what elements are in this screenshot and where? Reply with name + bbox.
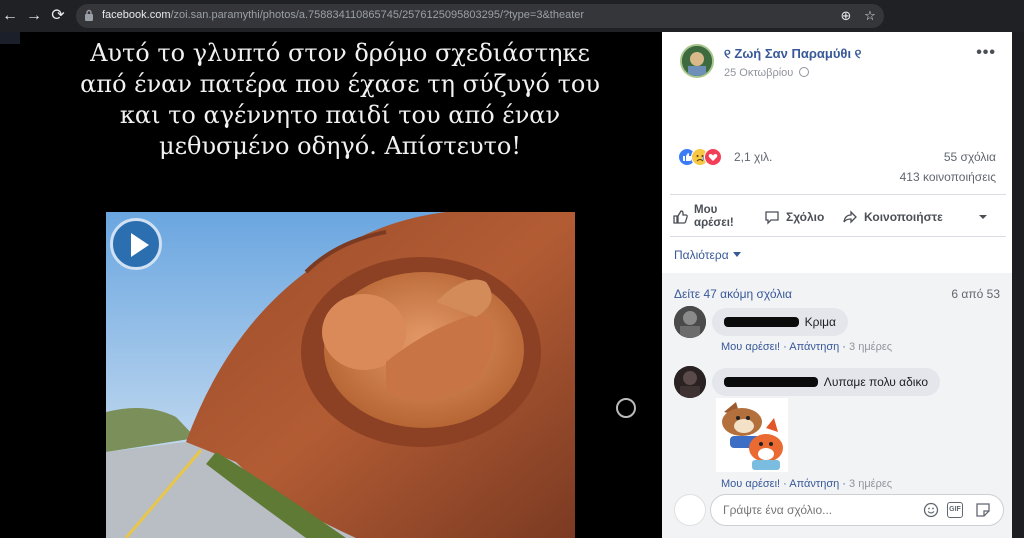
comment-like-link[interactable]: Μου αρέσει! xyxy=(721,478,780,490)
post-sidebar: ୧ Ζωή Σαν Παραμύθι ୧ 25 Οκτωβρίου ••• 2,… xyxy=(662,32,1012,538)
comment-sort-dropdown[interactable]: Παλιότερα xyxy=(674,248,741,262)
commenter-avatar[interactable] xyxy=(674,306,706,338)
url-text: facebook.com/zoi.san.paramythi/photos/a.… xyxy=(102,9,584,21)
divider xyxy=(670,236,1006,237)
comment-input[interactable] xyxy=(723,503,903,517)
zoom-icon[interactable]: ⊕ xyxy=(838,8,854,24)
cursor-indicator xyxy=(616,398,636,418)
comment-actions: Μου αρέσει! · Απάντηση · 3 ημέρες xyxy=(721,478,893,490)
comment-composer[interactable]: GIF xyxy=(710,494,1004,526)
globe-icon xyxy=(799,67,810,77)
page-avatar[interactable] xyxy=(680,44,714,78)
share-icon xyxy=(843,210,857,224)
comment-time[interactable]: 3 ημέρες xyxy=(849,478,892,490)
reload-icon[interactable]: ⟳ xyxy=(48,6,68,26)
comment-button[interactable]: Σχόλιο xyxy=(764,202,824,232)
sculpture-image xyxy=(106,212,575,538)
comment-reply-link[interactable]: Απάντηση xyxy=(789,478,839,490)
comment-button-label: Σχόλιο xyxy=(786,210,825,224)
sculpture-photo[interactable] xyxy=(106,212,575,538)
page-backdrop xyxy=(1012,32,1024,538)
comment-reply-link[interactable]: Απάντηση xyxy=(789,341,839,353)
thumbs-up-icon xyxy=(673,210,688,224)
bookmark-star-icon[interactable]: ☆ xyxy=(862,8,878,24)
comment-sticker-image xyxy=(716,398,788,472)
comment-time[interactable]: 3 ημέρες xyxy=(849,341,892,353)
like-button[interactable]: Μου αρέσει! xyxy=(672,202,734,232)
redacted-name xyxy=(724,317,799,327)
url-path: /zoi.san.paramythi/photos/a.758834110865… xyxy=(170,9,585,21)
current-user-avatar xyxy=(674,494,706,526)
lock-icon xyxy=(85,9,93,21)
share-options-dropdown[interactable] xyxy=(978,202,988,232)
play-button[interactable] xyxy=(110,218,162,270)
comment-like-link[interactable]: Μου αρέσει! xyxy=(721,341,780,353)
like-label-line1: Μου xyxy=(694,204,718,216)
photo-viewer: Αυτό το γλυπτό στον δρόμο σχεδιάστηκε απ… xyxy=(20,32,662,538)
dropdown-arrow-icon xyxy=(979,215,987,219)
like-label-line2: αρέσει! xyxy=(694,217,734,229)
shares-count-link[interactable]: 413 κοινοποιήσεις xyxy=(900,170,996,184)
divider xyxy=(670,194,1006,195)
photo-caption-text: Αυτό το γλυπτό στον δρόμο σχεδιάστηκε απ… xyxy=(80,39,600,160)
comments-count-link[interactable]: 55 σχόλια xyxy=(944,150,996,164)
post-date[interactable]: 25 Οκτωβρίου xyxy=(724,67,793,79)
comment-actions: Μου αρέσει! · Απάντηση · 3 ημέρες xyxy=(721,341,893,353)
comment-sort-label: Παλιότερα xyxy=(674,248,729,262)
commenter-avatar[interactable] xyxy=(674,366,706,398)
address-bar[interactable]: facebook.com/zoi.san.paramythi/photos/a.… xyxy=(76,4,884,28)
comment-page-count: 6 από 53 xyxy=(951,287,1000,301)
post-meta: 25 Οκτωβρίου xyxy=(724,67,810,79)
emoji-icon[interactable] xyxy=(923,502,939,518)
more-options-icon[interactable]: ••• xyxy=(976,44,996,62)
comment-bubble: Λυπαμε πολυ αδικο xyxy=(712,368,940,396)
gif-icon[interactable]: GIF xyxy=(947,502,963,518)
comment-text: Λυπαμε πολυ αδικο xyxy=(823,375,928,389)
like-button-label: Μου αρέσει! xyxy=(694,204,734,230)
reaction-count: 2,1 χιλ. xyxy=(734,150,773,164)
sticker-icon[interactable] xyxy=(975,502,991,518)
comment-bubble: Κριμα xyxy=(712,308,848,336)
share-button-label: Κοινοποιήστε xyxy=(864,210,943,224)
browser-toolbar: ← → ⟳ facebook.com/zoi.san.paramythi/pho… xyxy=(0,0,1024,32)
page-name-link[interactable]: ୧ Ζωή Σαν Παραμύθι ୧ xyxy=(724,46,861,62)
back-icon[interactable]: ← xyxy=(0,6,20,26)
share-button[interactable]: Κοινοποιήστε xyxy=(842,202,943,232)
view-more-comments-link[interactable]: Δείτε 47 ακόμη σχόλια xyxy=(674,287,792,301)
redacted-name xyxy=(724,377,818,387)
forward-icon[interactable]: → xyxy=(24,6,44,26)
play-icon xyxy=(131,233,149,257)
caret-down-icon xyxy=(732,252,741,257)
url-host: facebook.com xyxy=(102,9,171,21)
love-reaction-icon xyxy=(704,148,722,166)
comment-icon xyxy=(765,211,779,225)
comment-text: Κριμα xyxy=(804,315,836,329)
